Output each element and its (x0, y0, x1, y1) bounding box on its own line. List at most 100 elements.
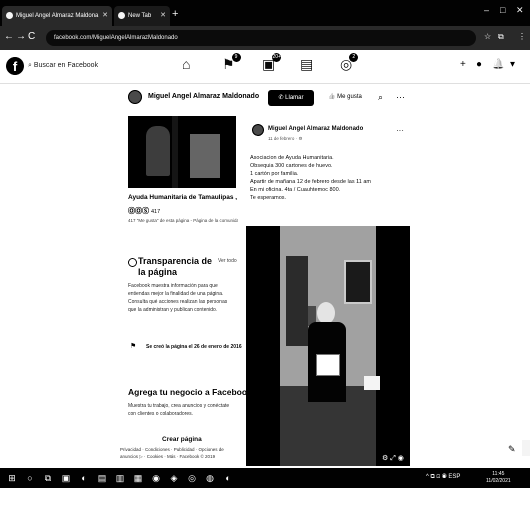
transparency-title: Transparencia de la página (138, 256, 213, 277)
cover-photo[interactable] (128, 116, 236, 188)
call-label: Llamar (285, 95, 304, 101)
taskbar-app-icon[interactable]: ◈ (168, 472, 180, 484)
watch-icon[interactable]: ▣ 20+ (262, 53, 282, 73)
taskbar-app-icon[interactable]: ◉ (150, 472, 162, 484)
taskbar-app-icon[interactable]: ◎ (186, 472, 198, 484)
cover-shadow (172, 116, 178, 188)
post-line: Obsequia 300 cartones de huevo. (250, 163, 333, 169)
thumbs-up-icon: 👍 (328, 94, 338, 100)
search-icon[interactable]: ⌕ (378, 92, 383, 103)
photo-person-head (317, 302, 335, 324)
maximize-button[interactable]: □ (500, 5, 505, 15)
taskbar-app-icon[interactable]: ▦ (132, 472, 144, 484)
url-text: facebook.com/MiguelAngelAlmarazMaldonado (54, 35, 178, 41)
marketplace-icon[interactable]: ▤ (300, 56, 313, 73)
notification-badge: 9 (231, 53, 241, 62)
page-subtitle: 417 "Me gusta" de esta página - Página d… (128, 218, 238, 223)
more-options-icon[interactable]: ··· (396, 92, 405, 102)
business-title: Agrega tu negocio a Facebook (128, 387, 252, 397)
photo-frame (344, 260, 372, 304)
minimize-button[interactable]: – (484, 5, 489, 15)
close-tab-icon[interactable]: ✕ (160, 6, 166, 26)
browser-toolbar: ← → C facebook.com/MiguelAngelAlmarazMal… (0, 26, 530, 50)
new-tab-favicon-icon (118, 12, 125, 19)
side-tab[interactable] (522, 440, 530, 456)
like-button[interactable]: 👍 Me gusta (328, 93, 362, 100)
post-line: Asociacion de Ayuda Humanitaria. (250, 155, 334, 161)
egg-carton (364, 376, 380, 390)
post-options-icon[interactable]: ··· (396, 126, 404, 135)
start-icon[interactable]: ⊞ (6, 472, 18, 484)
tab-facebook-page[interactable]: Miguel Angel Almaraz Maldona ✕ (2, 6, 112, 26)
extensions-icon[interactable]: ⧉ (498, 32, 504, 42)
notification-badge: 2 (349, 53, 359, 62)
post-date[interactable]: 11 de febrero · ⚙ (268, 136, 302, 142)
business-description: Muestra tu trabajo, crea anuncios y coné… (128, 403, 230, 417)
search-input[interactable]: ⌕ Buscar en Facebook (28, 58, 126, 74)
reaction-count: 417 (150, 209, 161, 215)
reload-icon[interactable]: C (28, 31, 35, 42)
new-message-icon[interactable]: ✎ (508, 444, 516, 455)
avatar[interactable] (252, 124, 264, 136)
reactions-row[interactable]: ⓄⓄⓈ 417 (128, 206, 160, 216)
forward-icon[interactable]: → (16, 31, 26, 42)
back-icon[interactable]: ← (4, 31, 14, 42)
taskbar-app-icon[interactable]: ◍ (204, 472, 216, 484)
flag-pages-icon[interactable]: ⚑ 9 (222, 53, 241, 73)
call-button[interactable]: ✆ Llamar (268, 90, 314, 106)
page-margin (0, 488, 530, 516)
clock[interactable]: 11:45 11/02/2021 (486, 471, 511, 485)
see-all-link[interactable]: Ver todo (218, 258, 237, 264)
taskbar-app-icon[interactable]: ▣ (60, 472, 72, 484)
reaction-icons: ⓄⓄⓈ (128, 208, 151, 215)
groups-icon[interactable]: ◎ 2 (340, 53, 359, 73)
avatar[interactable] (128, 90, 142, 104)
photo-controls[interactable]: ⚙ ⤢ ◉ (382, 454, 404, 463)
windows-taskbar: ⊞ ○ ⧉ ▣ ◐ ▤ ▥ ▦ ◉ ◈ ◎ ◍ ◐ ^ ⧉ ⊡ ◉ ESP 11… (0, 468, 530, 488)
tab-new-tab[interactable]: New Tab ✕ (114, 6, 170, 26)
clock-time: 11:45 (492, 471, 505, 477)
post-author[interactable]: Miguel Angel Almaraz Maldonado (268, 126, 363, 132)
create-page-button[interactable]: Crear página (162, 436, 202, 443)
task-view-icon[interactable]: ⧉ (42, 472, 54, 484)
post-line: 1 cartón por familia. (250, 171, 299, 177)
photo-person (308, 302, 346, 402)
messenger-icon[interactable]: ● (476, 59, 482, 70)
info-icon (128, 258, 137, 267)
like-label: Me gusta (337, 94, 362, 100)
post-line: Apartir de mañana 12 de febrero desde la… (250, 179, 371, 185)
search-placeholder: Buscar en Facebook (33, 62, 99, 69)
browser-menu-icon[interactable]: ⋮ (518, 32, 526, 41)
post-line: En mi oficina. 4ta / Cuauhtemoc 800. (250, 187, 341, 193)
page-owner-name[interactable]: Miguel Angel Almaraz Maldonado (148, 93, 259, 100)
transparency-description: Facebook muestra información para que en… (128, 283, 228, 313)
bookmark-star-icon[interactable]: ☆ (484, 32, 491, 41)
taskbar-app-icon[interactable]: ▥ (114, 472, 126, 484)
search-icon[interactable]: ○ (24, 472, 36, 484)
clock-date: 11/02/2021 (486, 478, 511, 484)
account-menu-icon[interactable]: ▾ (510, 59, 515, 70)
page-title[interactable]: Ayuda Humanitaria de Tamaulipas , Redi..… (128, 194, 238, 201)
taskbar-app-icon[interactable]: ▤ (96, 472, 108, 484)
post-photo[interactable]: ⚙ ⤢ ◉ (246, 226, 410, 466)
notifications-icon[interactable]: 🔔 (492, 59, 504, 70)
close-tab-icon[interactable]: ✕ (102, 6, 108, 26)
new-tab-button[interactable]: + (172, 6, 178, 22)
address-bar[interactable]: facebook.com/MiguelAngelAlmarazMaldonado (46, 30, 476, 46)
close-window-button[interactable]: ✕ (516, 5, 524, 16)
photo-door (286, 256, 308, 346)
home-icon[interactable]: ⌂ (182, 56, 190, 72)
taskbar-app-icon[interactable]: ◐ (78, 472, 90, 484)
facebook-header: f ⌕ Buscar en Facebook ⌂ ⚑ 9 ▣ 20+ ▤ ◎ 2 + … (0, 50, 530, 84)
chrome-taskbar-icon[interactable]: ◐ (222, 472, 234, 484)
post-text: Asociacion de Ayuda Humanitaria. Obsequi… (250, 154, 406, 202)
cover-figure (190, 134, 220, 178)
create-icon[interactable]: + (460, 59, 466, 70)
post-line: Te esperamos. (250, 195, 287, 201)
system-tray[interactable]: ^ ⧉ ⊡ ◉ ESP (426, 474, 460, 481)
flag-icon: ⚑ (130, 343, 137, 350)
browser-tab-strip: Miguel Angel Almaraz Maldona ✕ New Tab ✕… (0, 0, 530, 26)
facebook-favicon-icon (6, 12, 13, 19)
facebook-logo-icon[interactable]: f (6, 57, 24, 75)
footer-links[interactable]: Privacidad · Condiciones · Publicidad · … (120, 446, 242, 460)
